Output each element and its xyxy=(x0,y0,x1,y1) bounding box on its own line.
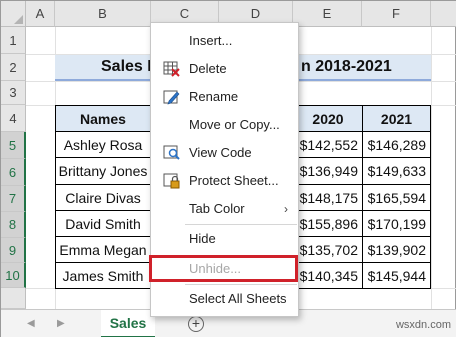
table-cell-2021[interactable]: $139,902 xyxy=(362,236,431,263)
table-cell-2020[interactable]: $136,949 xyxy=(293,157,363,185)
column-header-b[interactable]: B xyxy=(55,1,151,27)
menu-item-label: Delete xyxy=(189,61,227,76)
menu-item-tab-color[interactable]: Tab Color › xyxy=(151,196,298,221)
table-cell-2020[interactable]: $148,175 xyxy=(293,184,363,211)
add-sheet-icon[interactable]: + xyxy=(188,316,204,332)
scroll-left-icon[interactable]: ◀ xyxy=(27,318,35,329)
protect-sheet-icon xyxy=(163,173,180,189)
menu-item-delete[interactable]: Delete xyxy=(151,56,298,81)
table-cell-2020[interactable]: $155,896 xyxy=(293,210,363,237)
table-cell-name[interactable]: David Smith xyxy=(55,210,151,237)
menu-item-protect-sheet[interactable]: Protect Sheet... xyxy=(151,168,298,193)
table-cell-2021[interactable]: $146,289 xyxy=(362,131,431,158)
view-code-icon xyxy=(163,145,180,160)
table-cell-name[interactable]: Emma Megan xyxy=(55,236,151,263)
table-cell-2021[interactable]: $170,199 xyxy=(362,210,431,237)
grid-line xyxy=(431,27,432,309)
row-header-8[interactable]: 8 xyxy=(1,212,26,238)
sheet-tab-sales[interactable]: Sales xyxy=(101,310,155,337)
menu-separator xyxy=(185,284,297,285)
menu-item-label: Move or Copy... xyxy=(189,117,280,132)
row-header-9[interactable]: 9 xyxy=(1,238,26,263)
table-cell-name[interactable]: James Smith xyxy=(55,262,151,289)
menu-item-insert[interactable]: Insert... xyxy=(151,28,298,53)
row-header-7[interactable]: 7 xyxy=(1,186,26,212)
menu-item-label: Protect Sheet... xyxy=(189,173,279,188)
menu-item-view-code[interactable]: View Code xyxy=(151,140,298,165)
table-header-2020[interactable]: 2020 xyxy=(293,105,363,132)
row-header-2[interactable]: 2 xyxy=(1,54,26,81)
table-cell-2021[interactable]: $145,944 xyxy=(362,262,431,289)
table-header-names[interactable]: Names xyxy=(55,105,151,132)
row-header-6[interactable]: 6 xyxy=(1,159,26,186)
scroll-right-icon[interactable]: ▶ xyxy=(57,318,65,329)
table-cell-name[interactable]: Claire Divas xyxy=(55,184,151,211)
menu-item-label: Select All Sheets xyxy=(189,291,287,306)
table-cell-2020[interactable]: $142,552 xyxy=(293,131,363,158)
row-header-3[interactable]: 3 xyxy=(1,81,26,105)
table-cell-name[interactable]: Ashley Rosa xyxy=(55,131,151,158)
row-header-4[interactable]: 4 xyxy=(1,105,26,132)
rename-icon xyxy=(163,90,180,105)
unhide-highlight-box xyxy=(149,255,298,282)
column-header-empty xyxy=(431,1,456,27)
row-header-5[interactable]: 5 xyxy=(1,132,26,159)
table-header-2021[interactable]: 2021 xyxy=(362,105,431,132)
column-header-f[interactable]: F xyxy=(362,1,431,27)
row-header-blank xyxy=(1,288,26,309)
menu-item-label: Tab Color xyxy=(189,201,245,216)
table-cell-2020[interactable]: $140,345 xyxy=(293,262,363,289)
select-all-corner[interactable] xyxy=(1,1,26,27)
submenu-arrow-icon: › xyxy=(284,201,288,216)
menu-separator xyxy=(185,224,297,225)
menu-item-select-all-sheets[interactable]: Select All Sheets xyxy=(151,286,298,311)
column-header-a[interactable]: A xyxy=(26,1,55,27)
table-cell-2020[interactable]: $135,702 xyxy=(293,236,363,263)
table-cell-2021[interactable]: $149,633 xyxy=(362,157,431,185)
row-header-10[interactable]: 10 xyxy=(1,263,26,288)
delete-sheet-icon xyxy=(163,61,180,77)
menu-item-label: Rename xyxy=(189,89,239,104)
menu-item-label: Hide xyxy=(189,231,216,246)
watermark-text: wsxdn.com xyxy=(395,319,451,331)
excel-window: A B C D E F 1 2 3 4 5 6 7 8 9 10 Sales M… xyxy=(0,0,456,337)
menu-item-hide[interactable]: Hide xyxy=(151,226,298,251)
title-text-right: n 2018-2021 xyxy=(301,58,392,75)
menu-item-label: View Code xyxy=(189,145,252,160)
menu-item-rename[interactable]: Rename xyxy=(151,84,298,109)
menu-item-move-copy[interactable]: Move or Copy... xyxy=(151,112,298,137)
table-cell-name[interactable]: Brittany Jones xyxy=(55,157,151,185)
menu-item-label: Insert... xyxy=(189,33,233,48)
row-header-1[interactable]: 1 xyxy=(1,27,26,54)
table-cell-2021[interactable]: $165,594 xyxy=(362,184,431,211)
column-header-e[interactable]: E xyxy=(293,1,362,27)
